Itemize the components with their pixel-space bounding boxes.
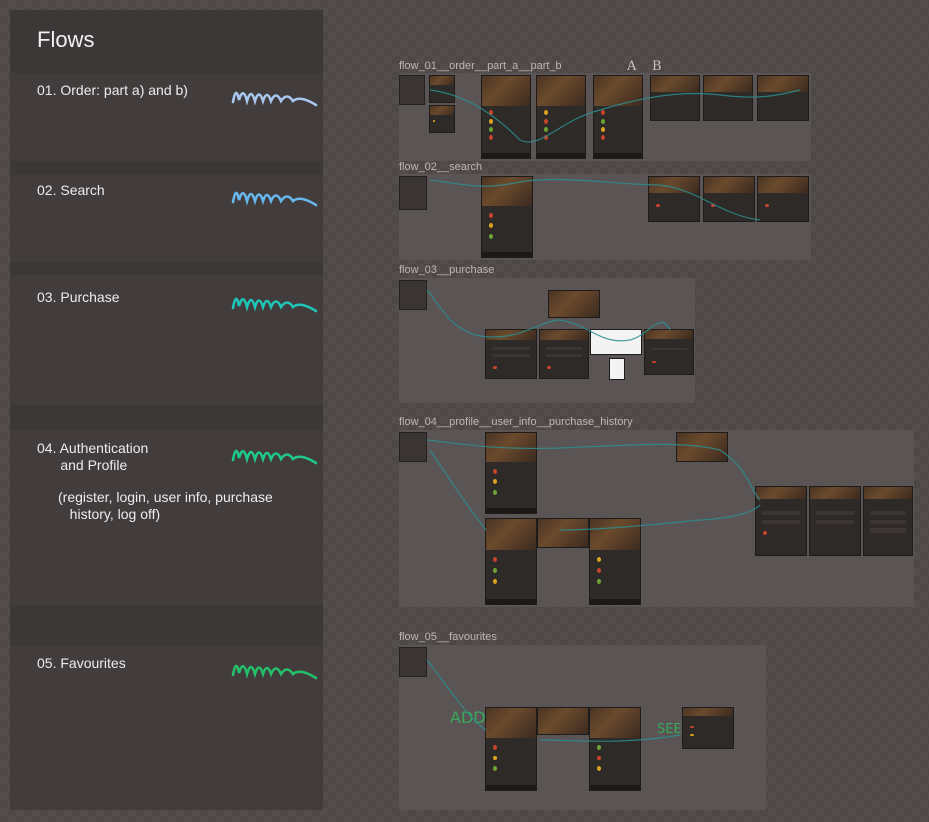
screen-purchase-history[interactable] <box>863 486 913 556</box>
frame-flow-03[interactable] <box>399 278 695 403</box>
screen-confirm[interactable] <box>644 329 694 375</box>
screen-detail[interactable] <box>648 176 700 222</box>
screen-detail[interactable] <box>757 176 809 222</box>
frame-title-03: flow_03__purchase <box>399 264 495 276</box>
screen-menu[interactable] <box>485 518 537 605</box>
note-card <box>399 280 427 310</box>
frame-flow-05[interactable] <box>399 645 766 810</box>
screen-banner[interactable] <box>537 707 589 735</box>
flow-label-02[interactable]: 02. Search <box>37 182 105 199</box>
screen-payment[interactable] <box>590 329 642 355</box>
squiggle-icon-02 <box>231 191 318 207</box>
note-card <box>399 647 427 677</box>
screen-menu[interactable] <box>589 707 641 791</box>
flow-label-03[interactable]: 03. Purchase <box>37 289 120 306</box>
screen-thumb[interactable] <box>429 105 455 133</box>
frame-title-02: flow_02__search <box>399 161 483 173</box>
frame-title-04: flow_04__profile__user_info__purchase_hi… <box>399 416 633 428</box>
screen-menu[interactable] <box>485 707 537 791</box>
screen-menu[interactable] <box>536 75 586 159</box>
screen-cart[interactable] <box>485 329 537 379</box>
flow-label-05[interactable]: 05. Favourites <box>37 655 126 672</box>
screen-banner[interactable] <box>676 432 728 462</box>
flow-label-01[interactable]: 01. Order: part a) and b) <box>37 82 188 99</box>
note-card <box>399 75 425 105</box>
screen-banner[interactable] <box>537 518 589 548</box>
screen-banner[interactable] <box>548 290 600 318</box>
screen-menu[interactable] <box>481 75 531 159</box>
screen-cart[interactable] <box>539 329 589 379</box>
squiggle-icon-01 <box>231 91 318 107</box>
screen-menu[interactable] <box>481 176 533 258</box>
sidebar-title: Flows <box>37 27 95 52</box>
screen-detail[interactable] <box>703 176 755 222</box>
annotation-b: B <box>652 59 662 74</box>
annotation-a: A <box>627 59 637 74</box>
screen-menu[interactable] <box>593 75 643 159</box>
squiggle-icon-04 <box>231 449 318 465</box>
screen-login[interactable] <box>755 486 807 556</box>
screen-payment-modal[interactable] <box>609 358 625 380</box>
flow-sub-04: (register, login, user info, purchase hi… <box>58 489 273 522</box>
note-card <box>399 432 427 462</box>
frame-title-05: flow_05__favourites <box>399 631 497 643</box>
screen-menu[interactable] <box>589 518 641 605</box>
annotation-see: SEE <box>657 722 682 737</box>
screen-detail[interactable] <box>703 75 753 121</box>
frame-flow-02[interactable] <box>399 174 811 260</box>
annotation-add: ADD <box>450 708 486 727</box>
screen-detail[interactable] <box>650 75 700 121</box>
flow-label-04[interactable]: 04. Authentication and Profile <box>37 440 148 474</box>
squiggle-icon-03 <box>231 297 318 313</box>
frame-title-01: flow_01__order__part_a__part_b <box>399 60 562 72</box>
squiggle-icon-05 <box>231 664 318 680</box>
screen-detail[interactable] <box>757 75 809 121</box>
screen-menu[interactable] <box>485 432 537 514</box>
screen-thumb[interactable] <box>429 75 455 103</box>
frame-flow-04[interactable] <box>399 430 914 607</box>
screen-user-info[interactable] <box>809 486 861 556</box>
note-card <box>399 176 427 210</box>
frame-flow-01[interactable] <box>399 73 811 161</box>
screen-favourites[interactable] <box>682 707 734 749</box>
flows-sidebar: Flows 01. Order: part a) and b) 02. Sear… <box>10 10 323 810</box>
